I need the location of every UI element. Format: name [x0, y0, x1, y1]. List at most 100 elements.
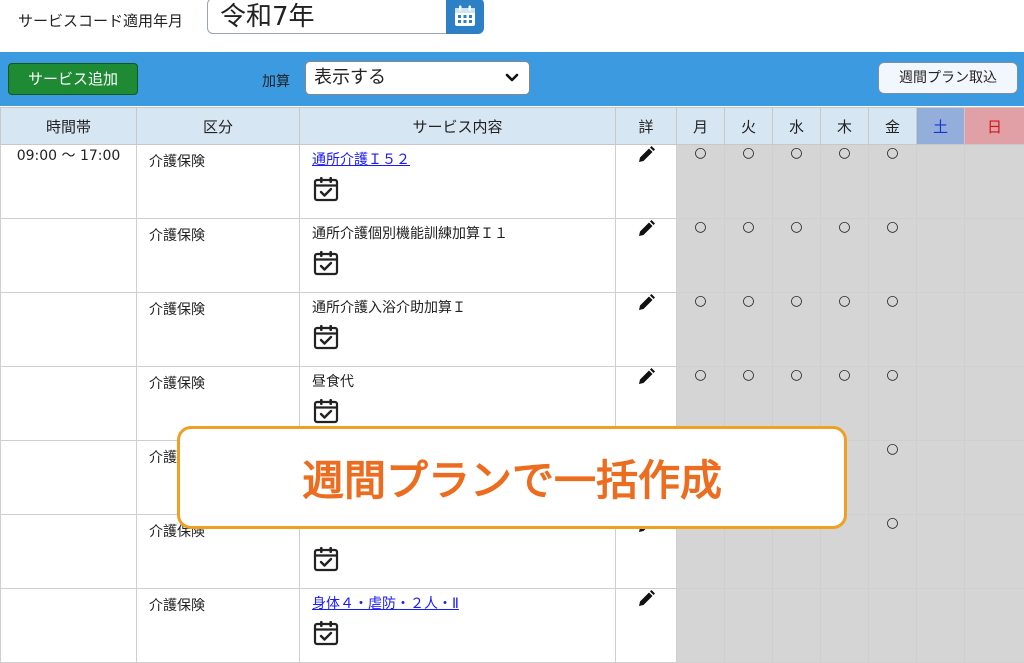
service-table: 時間帯 区分 サービス内容 詳 月 火 水 木 金 土 日 09:00 ～ 17… — [0, 107, 1024, 663]
day-cell-sat[interactable] — [917, 441, 965, 515]
service-name[interactable]: 身体４・虐防・２人・Ⅱ — [312, 593, 615, 615]
day-cell-mon[interactable]: ○ — [677, 145, 725, 219]
day-cell-sun[interactable] — [965, 219, 1024, 293]
day-cell-thu[interactable]: ○ — [821, 219, 869, 293]
detail-cell — [616, 145, 677, 219]
day-cell-sat[interactable] — [917, 145, 965, 219]
pencil-icon[interactable] — [636, 301, 656, 317]
day-cell-sat[interactable] — [917, 589, 965, 663]
time-cell — [1, 515, 137, 589]
day-cell-fri[interactable]: ○ — [869, 441, 917, 515]
calendar-check-icon[interactable] — [312, 545, 615, 577]
calendar-check-icon[interactable] — [312, 323, 615, 355]
day-cell-sun[interactable] — [965, 589, 1024, 663]
service-content-cell: 通所介護個別機能訓練加算Ｉ１ — [300, 219, 616, 293]
day-cell-fri[interactable]: ○ — [869, 145, 917, 219]
header-content: サービス内容 — [300, 108, 616, 145]
header-kubun: 区分 — [137, 108, 300, 145]
table-row: 介護保険身体４・虐防・２人・Ⅱ — [1, 589, 1024, 663]
day-cell-tue[interactable]: ○ — [725, 219, 773, 293]
day-cell-sat[interactable] — [917, 293, 965, 367]
time-cell — [1, 367, 137, 441]
detail-cell — [616, 293, 677, 367]
day-cell-tue[interactable] — [725, 589, 773, 663]
kubun-cell: 介護保険 — [137, 589, 300, 663]
pencil-icon[interactable] — [636, 153, 656, 169]
promo-overlay: 週間プランで一括作成 — [177, 426, 847, 529]
header-sat: 土 — [917, 108, 965, 145]
service-name[interactable]: 通所介護Ｉ５２ — [312, 149, 615, 171]
day-cell-sun[interactable] — [965, 293, 1024, 367]
day-cell-wed[interactable]: ○ — [773, 293, 821, 367]
pencil-icon[interactable] — [636, 375, 656, 391]
service-name: 昼食代 — [312, 371, 615, 393]
day-cell-sun[interactable] — [965, 515, 1024, 589]
header-tue: 火 — [725, 108, 773, 145]
day-cell-fri[interactable]: ○ — [869, 293, 917, 367]
top-header: サービスコード適用年月 令和7年 — [0, 0, 1024, 50]
day-cell-wed[interactable]: ○ — [773, 145, 821, 219]
time-cell: 09:00 ～ 17:00 — [1, 145, 137, 219]
add-service-button[interactable]: サービス追加 — [8, 63, 138, 95]
kasan-select[interactable]: 表示する — [305, 61, 530, 95]
overlay-text: 週間プランで一括作成 — [302, 447, 722, 508]
code-year-label: サービスコード適用年月 — [18, 10, 183, 31]
day-cell-mon[interactable]: ○ — [677, 293, 725, 367]
kasan-label: 加算 — [262, 71, 290, 91]
calendar-button[interactable] — [446, 0, 484, 34]
day-cell-sun[interactable] — [965, 441, 1024, 515]
kubun-cell: 介護保険 — [137, 293, 300, 367]
time-cell — [1, 219, 137, 293]
calendar-check-icon[interactable] — [312, 175, 615, 207]
service-content-cell: 通所介護Ｉ５２ — [300, 145, 616, 219]
chevron-down-icon — [505, 62, 519, 106]
calendar-icon — [453, 4, 477, 28]
pencil-icon[interactable] — [636, 227, 656, 243]
detail-cell — [616, 589, 677, 663]
day-cell-mon[interactable] — [677, 589, 725, 663]
day-cell-tue[interactable]: ○ — [725, 293, 773, 367]
header-detail: 詳 — [616, 108, 677, 145]
service-name: 通所介護個別機能訓練加算Ｉ１ — [312, 223, 615, 245]
day-cell-mon[interactable]: ○ — [677, 219, 725, 293]
service-content-cell: 通所介護入浴介助加算Ｉ — [300, 293, 616, 367]
day-cell-thu[interactable]: ○ — [821, 145, 869, 219]
calendar-check-icon[interactable] — [312, 397, 615, 429]
day-cell-wed[interactable]: ○ — [773, 219, 821, 293]
kubun-cell: 介護保険 — [137, 219, 300, 293]
calendar-check-icon[interactable] — [312, 619, 615, 651]
service-content-cell: 身体４・虐防・２人・Ⅱ — [300, 589, 616, 663]
header-mon: 月 — [677, 108, 725, 145]
detail-cell — [616, 219, 677, 293]
kasan-selected-value: 表示する — [314, 67, 386, 88]
day-cell-fri[interactable] — [869, 589, 917, 663]
header-wed: 水 — [773, 108, 821, 145]
header-thu: 木 — [821, 108, 869, 145]
pencil-icon[interactable] — [636, 597, 656, 613]
day-cell-tue[interactable]: ○ — [725, 145, 773, 219]
table-row: 介護保険通所介護入浴介助加算Ｉ○○○○○ — [1, 293, 1024, 367]
day-cell-fri[interactable]: ○ — [869, 219, 917, 293]
year-input[interactable]: 令和7年 — [207, 0, 447, 34]
service-name: 通所介護入浴介助加算Ｉ — [312, 297, 615, 319]
table-row: 09:00 ～ 17:00介護保険通所介護Ｉ５２○○○○○ — [1, 145, 1024, 219]
day-cell-sun[interactable] — [965, 145, 1024, 219]
day-cell-sat[interactable] — [917, 219, 965, 293]
time-cell — [1, 293, 137, 367]
day-cell-sat[interactable] — [917, 515, 965, 589]
table-header-row: 時間帯 区分 サービス内容 詳 月 火 水 木 金 土 日 — [1, 108, 1024, 145]
time-cell — [1, 441, 137, 515]
day-cell-fri[interactable]: ○ — [869, 515, 917, 589]
day-cell-fri[interactable]: ○ — [869, 367, 917, 441]
table-row: 介護保険通所介護個別機能訓練加算Ｉ１○○○○○ — [1, 219, 1024, 293]
day-cell-sun[interactable] — [965, 367, 1024, 441]
day-cell-thu[interactable]: ○ — [821, 293, 869, 367]
header-fri: 金 — [869, 108, 917, 145]
day-cell-thu[interactable] — [821, 589, 869, 663]
day-cell-wed[interactable] — [773, 589, 821, 663]
calendar-check-icon[interactable] — [312, 249, 615, 281]
import-weekly-plan-button[interactable]: 週間プラン取込 — [878, 62, 1018, 94]
day-cell-sat[interactable] — [917, 367, 965, 441]
header-sun: 日 — [965, 108, 1024, 145]
time-cell — [1, 589, 137, 663]
